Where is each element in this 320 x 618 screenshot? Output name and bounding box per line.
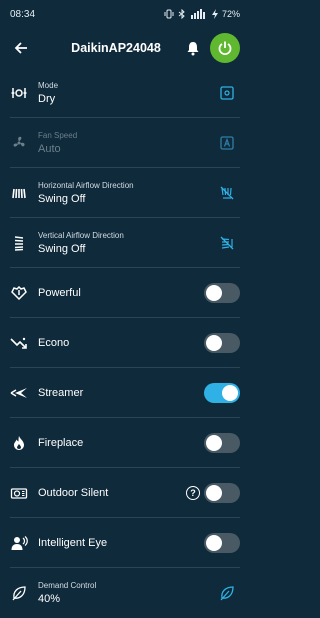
powerful-row: Powerful [0, 268, 250, 318]
intelligent-eye-label: Intelligent Eye [38, 537, 108, 549]
status-icons: 72% [164, 9, 240, 19]
bluetooth-icon [178, 9, 186, 19]
streamer-icon [10, 384, 28, 402]
fan-icon [10, 134, 28, 152]
leaf-icon [10, 584, 28, 602]
flame-icon [10, 434, 28, 452]
power-button[interactable] [210, 33, 240, 63]
powerful-icon [10, 284, 28, 302]
vertical-airflow-row[interactable]: Vertical Airflow Direction Swing Off [0, 218, 250, 268]
charging-icon [211, 9, 218, 19]
horizontal-airflow-label: Horizontal Airflow Direction [38, 181, 134, 190]
fireplace-label: Fireplace [38, 437, 84, 449]
power-icon [218, 41, 232, 55]
fireplace-toggle[interactable] [204, 433, 240, 453]
help-icon[interactable]: ? [186, 486, 200, 500]
vertical-swing-off-icon[interactable] [216, 232, 238, 254]
streamer-row: Streamer [0, 368, 250, 418]
outdoor-silent-toggle[interactable] [204, 483, 240, 503]
powerful-toggle[interactable] [204, 283, 240, 303]
demand-control-row[interactable]: Demand Control 40% [0, 568, 250, 618]
outdoor-silent-label: Outdoor Silent [38, 487, 109, 499]
intelligent-eye-toggle[interactable] [204, 533, 240, 553]
mode-edit-icon[interactable] [216, 82, 238, 104]
horizontal-airflow-icon [10, 184, 28, 202]
toggle-knob [206, 335, 222, 351]
vibrate-icon [164, 9, 174, 19]
streamer-toggle[interactable] [204, 383, 240, 403]
mode-value: Dry [38, 93, 56, 105]
toggle-knob [206, 285, 222, 301]
toggle-knob [206, 485, 222, 501]
back-button[interactable] [10, 37, 32, 59]
horizontal-airflow-value: Swing Off [38, 193, 86, 205]
status-time: 08:34 [10, 8, 36, 20]
intelligent-eye-icon [10, 534, 28, 552]
horizontal-airflow-row[interactable]: Horizontal Airflow Direction Swing Off [0, 168, 250, 218]
bell-icon [187, 41, 199, 55]
back-arrow-icon [14, 42, 27, 54]
signal-icon [190, 9, 208, 19]
econo-toggle[interactable] [204, 333, 240, 353]
app-bar: DaikinAP24048 [0, 28, 250, 68]
outdoor-silent-row: Outdoor Silent ? [0, 468, 250, 518]
toggle-knob [206, 535, 222, 551]
page-title: DaikinAP24048 [71, 41, 161, 55]
streamer-label: Streamer [38, 387, 84, 399]
econo-label: Econo [38, 337, 70, 349]
econo-icon [10, 334, 28, 352]
horizontal-swing-off-icon[interactable] [216, 182, 238, 204]
fan-speed-row[interactable]: Fan Speed Auto [0, 118, 250, 168]
notifications-button[interactable] [182, 37, 204, 59]
status-bar: 08:34 72% [0, 0, 250, 28]
toggle-knob [222, 385, 238, 401]
fireplace-row: Fireplace [0, 418, 250, 468]
settings-list: Mode Dry Fan Speed Auto Horizontal Airfl… [0, 68, 250, 618]
demand-control-leaf-icon[interactable] [216, 582, 238, 604]
vertical-airflow-icon [10, 234, 28, 252]
outdoor-unit-icon [10, 484, 28, 502]
mode-icon [10, 84, 28, 102]
vertical-airflow-value: Swing Off [38, 243, 86, 255]
intelligent-eye-row: Intelligent Eye [0, 518, 250, 568]
mode-row[interactable]: Mode Dry [0, 68, 250, 118]
fan-auto-icon[interactable] [216, 132, 238, 154]
demand-control-value: 40% [38, 593, 61, 605]
powerful-label: Powerful [38, 287, 81, 299]
fan-speed-label: Fan Speed [38, 131, 78, 140]
econo-row: Econo [0, 318, 250, 368]
vertical-airflow-label: Vertical Airflow Direction [38, 231, 124, 240]
battery-text: 72% [221, 9, 240, 19]
toggle-knob [206, 435, 222, 451]
fan-speed-value: Auto [38, 143, 61, 155]
mode-label: Mode [38, 81, 59, 90]
demand-control-label: Demand Control [38, 581, 97, 590]
